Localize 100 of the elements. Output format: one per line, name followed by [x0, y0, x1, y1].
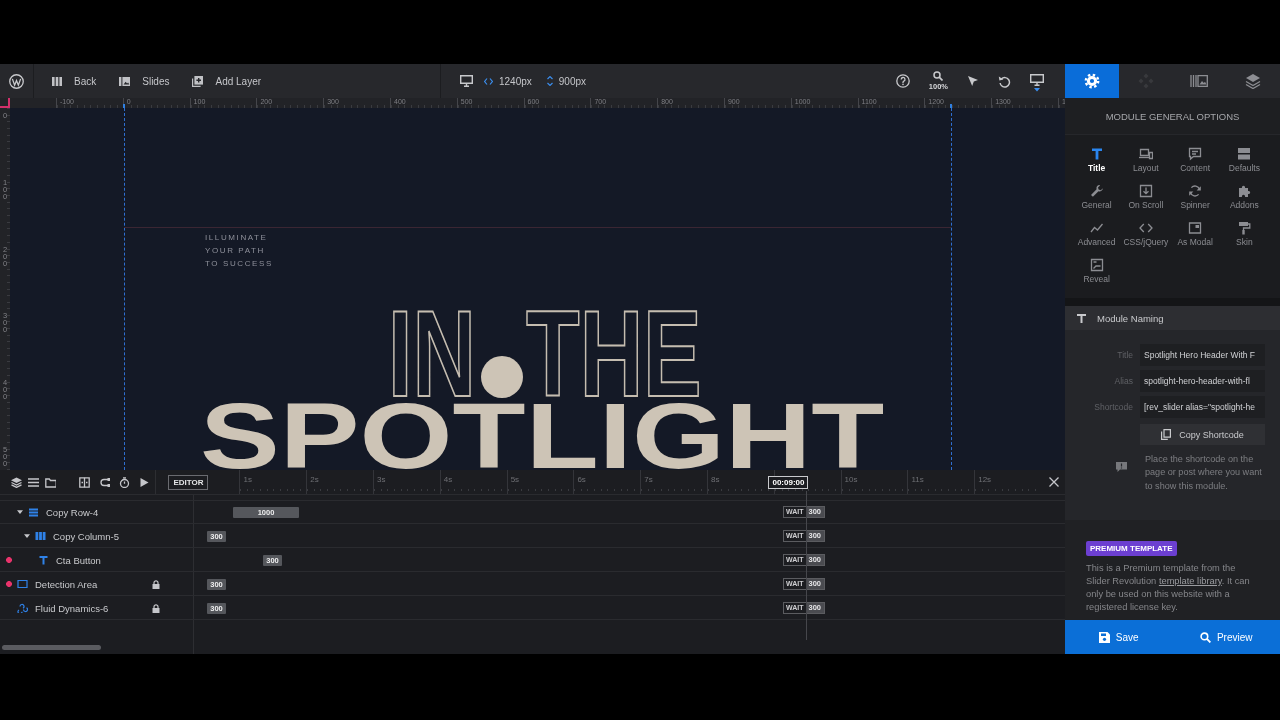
copy-shortcode-button[interactable]: Copy Shortcode	[1140, 424, 1265, 445]
hint-text: Place the shortcode on the page or post where you want to show this module.	[1144, 453, 1263, 493]
guide-handle[interactable]	[950, 104, 952, 108]
magnet-icon[interactable]	[99, 476, 111, 488]
time-label: 10s	[844, 474, 858, 484]
module-naming-header[interactable]: Module Naming	[1065, 306, 1280, 330]
slides-icon	[119, 76, 131, 86]
preview-button[interactable]: Preview	[1172, 620, 1280, 654]
option-item[interactable]: Addons	[1219, 184, 1269, 214]
window-icon	[1188, 221, 1203, 235]
slide-title[interactable]: SPOTLIGHT	[200, 402, 885, 470]
headline-word[interactable]: IN	[388, 309, 476, 401]
slide-tagline[interactable]: ILLUMINATE YOUR PATH TO SUCCESS	[205, 231, 273, 270]
option-item[interactable]: On Scroll	[1121, 184, 1171, 214]
layers-tab[interactable]	[1226, 64, 1280, 98]
text-icon	[1089, 147, 1104, 161]
time-label: 12s	[978, 474, 992, 484]
add-layer-button[interactable]: Add Layer	[192, 75, 262, 87]
option-item[interactable]: Skin	[1219, 221, 1269, 251]
slides-icon	[1190, 75, 1209, 87]
figure-head-drawing[interactable]	[481, 356, 523, 398]
layer-name[interactable]: Detection Area	[35, 578, 98, 590]
settings-tab[interactable]	[1065, 64, 1119, 98]
option-item[interactable]: Layout	[1121, 147, 1171, 177]
stopwatch-icon[interactable]	[119, 476, 131, 488]
playhead-time[interactable]: 00:09:00	[768, 476, 809, 489]
help-icon[interactable]	[895, 74, 910, 88]
guide-handle[interactable]	[123, 104, 125, 108]
layer-name[interactable]: Copy Column-5	[53, 530, 119, 542]
option-item[interactable]: As Modal	[1170, 221, 1220, 251]
height-control[interactable]: 900px	[546, 75, 587, 87]
monitor-icon[interactable]	[460, 75, 473, 87]
lock-icon[interactable]	[152, 603, 160, 613]
layers-icon	[1245, 73, 1262, 89]
option-item[interactable]: Spinner	[1170, 184, 1220, 214]
width-control[interactable]: 1240px	[484, 75, 532, 87]
premium-description: This is a Premium template from the Slider Revolution template library. It can only be used on this website with a registered license key.	[1086, 562, 1251, 614]
headline-word[interactable]: THE	[526, 309, 702, 401]
comment-icon	[1116, 462, 1127, 472]
code-icon	[1138, 221, 1153, 235]
close-icon	[1049, 477, 1059, 487]
time-label: 4s	[443, 474, 453, 484]
text-field[interactable]: Spotlight Hero Header With F	[1140, 344, 1265, 366]
sync-icon	[1188, 184, 1203, 198]
image-frame-icon	[1089, 258, 1104, 272]
time-label: 8s	[711, 474, 720, 484]
arrows-vertical-icon	[546, 76, 553, 86]
copy-icon	[1161, 429, 1172, 440]
pointer-icon[interactable]	[967, 75, 979, 87]
layout-icon	[1138, 147, 1153, 161]
close-button[interactable]	[1049, 477, 1059, 487]
premium-badge: PREMIUM TEMPLATE	[1086, 541, 1177, 556]
time-label: 5s	[510, 474, 520, 484]
monitor-icon	[1030, 74, 1044, 86]
line-chart-icon	[1089, 221, 1104, 235]
caret-icon	[1034, 88, 1040, 92]
layer-name[interactable]: Fluid Dynamics-6	[35, 602, 109, 614]
option-item[interactable]: Reveal	[1072, 258, 1122, 288]
list-icon[interactable]	[28, 476, 39, 488]
layer-name[interactable]: Copy Row-4	[46, 506, 99, 518]
lock-icon[interactable]	[152, 579, 160, 589]
download-box-icon	[1138, 184, 1153, 198]
text-icon	[1077, 313, 1086, 323]
slides-button[interactable]: Slides	[119, 75, 170, 87]
save-button[interactable]: Save	[1065, 620, 1173, 654]
caret-icon[interactable]	[24, 533, 30, 539]
paint-roller-icon	[1237, 221, 1252, 235]
section-title: MODULE GENERAL OPTIONS	[1105, 110, 1240, 122]
editor-button[interactable]: EDITOR	[168, 474, 209, 490]
play-icon[interactable]	[139, 476, 151, 488]
wrench-icon	[1089, 184, 1104, 198]
folder-icon[interactable]	[45, 476, 56, 488]
search-icon	[933, 71, 944, 81]
option-item[interactable]: Advanced	[1072, 221, 1122, 251]
device-button[interactable]	[1030, 74, 1044, 92]
split-icon[interactable]	[79, 476, 91, 488]
option-item[interactable]: CSS/jQuery	[1121, 221, 1171, 251]
chat-icon	[1188, 147, 1203, 161]
caret-icon[interactable]	[17, 509, 23, 515]
layer-name[interactable]: Cta Button	[56, 554, 101, 566]
scrollbar-thumb[interactable]	[2, 645, 101, 650]
search-icon	[1199, 631, 1211, 643]
columns-icon	[52, 76, 62, 86]
layers-icon[interactable]	[11, 476, 22, 488]
undo-icon[interactable]	[998, 74, 1011, 88]
logo-icon	[9, 73, 24, 89]
option-item[interactable]: Title	[1072, 147, 1122, 177]
server-icon	[1237, 147, 1252, 161]
floppy-icon	[1098, 631, 1110, 643]
option-item[interactable]: Defaults	[1219, 147, 1269, 177]
back-button[interactable]: Back	[52, 75, 97, 87]
rows-icon	[28, 507, 39, 517]
text-field[interactable]: spotlight-hero-header-with-fl	[1140, 370, 1265, 392]
text-field[interactable]: [rev_slider alias="spotlight-he	[1140, 396, 1265, 418]
text-icon	[38, 555, 49, 565]
time-label: 11s	[911, 474, 924, 484]
option-item[interactable]: General	[1072, 184, 1122, 214]
template-library-link[interactable]: template library	[1158, 576, 1222, 586]
section-title: Module Naming	[1097, 312, 1164, 324]
option-item[interactable]: Content	[1170, 147, 1220, 177]
